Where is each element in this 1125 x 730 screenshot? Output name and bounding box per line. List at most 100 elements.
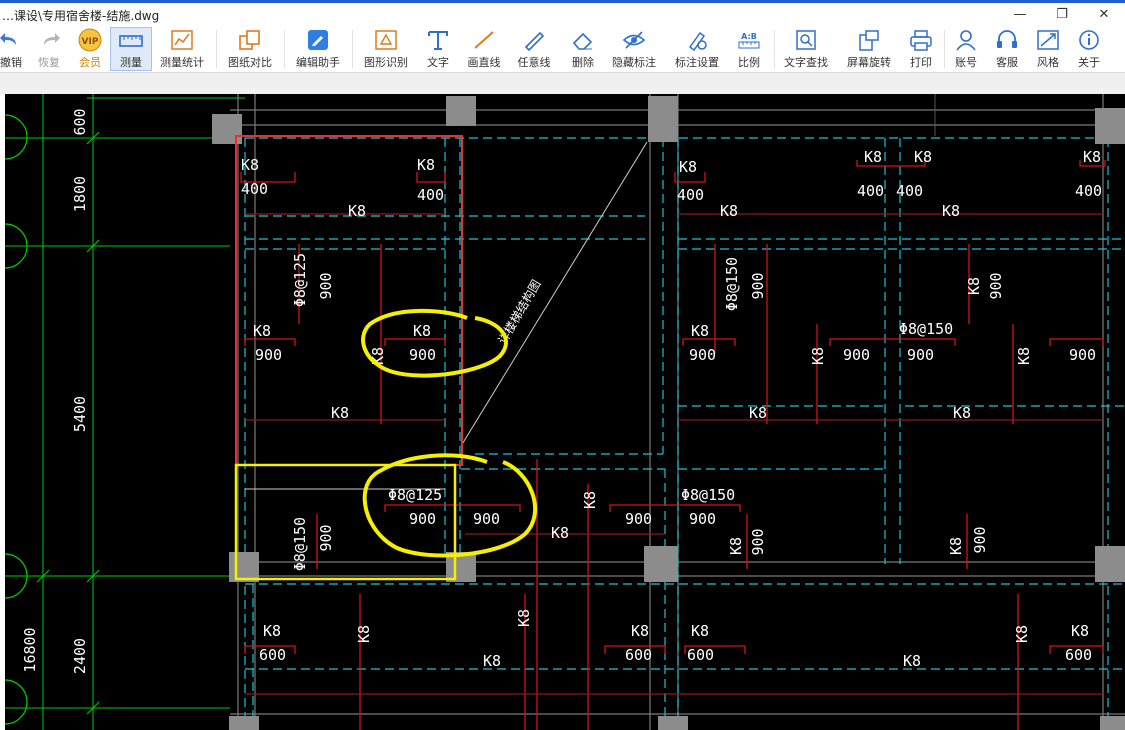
compare-button[interactable]: 图纸对比 — [226, 27, 274, 71]
hide-annotation-button[interactable]: 隐藏标注 — [610, 27, 658, 71]
measure-stats-button[interactable]: 测量统计 — [158, 27, 206, 71]
dim-label: 2400 — [71, 638, 89, 674]
column — [1095, 546, 1125, 582]
vip-badge-text: VIP — [82, 37, 99, 47]
annotation-settings-button[interactable]: 标注设置 — [672, 27, 722, 71]
drawing-canvas[interactable]: 600 1800 5400 2400 16800 K8 400 K8 400 K… — [5, 94, 1125, 730]
tab-strip — [0, 72, 1125, 95]
rebar-label: K8 — [413, 322, 431, 340]
measure-button[interactable]: 测量 — [110, 27, 152, 71]
about-icon — [1077, 27, 1101, 53]
account-button[interactable]: 账号 — [951, 27, 981, 71]
rebar-label: K8 — [953, 404, 971, 422]
measure-label: 测量 — [120, 56, 142, 69]
toolbar-divider — [216, 30, 217, 68]
freehand-icon — [522, 27, 546, 53]
compare-icon — [238, 27, 262, 53]
rebar-label: Φ8@150 — [723, 257, 741, 311]
rebar-label: K8 — [581, 491, 599, 509]
svg-text:A:B: A:B — [741, 32, 757, 41]
minimize-button[interactable]: — — [999, 3, 1041, 26]
rebar-label: 900 — [689, 510, 716, 528]
cad-drawing[interactable]: 600 1800 5400 2400 16800 K8 400 K8 400 K… — [5, 94, 1125, 730]
toolbar: 撤销 恢复 VIP 会员 测量 测量统计 图纸对比 编辑助手 图形识别 文字 画… — [0, 26, 1125, 72]
rebar-label: 400 — [896, 182, 923, 200]
about-button[interactable]: 关于 — [1074, 27, 1104, 71]
delete-button[interactable]: 删除 — [565, 27, 601, 71]
text-label: 文字 — [427, 56, 449, 69]
scale-button[interactable]: A:B 比例 — [734, 27, 764, 71]
text-search-icon — [794, 27, 818, 53]
rebar-label: 400 — [1075, 182, 1102, 200]
rebar-label: K8 — [515, 609, 533, 627]
redo-button[interactable]: 恢复 — [33, 27, 65, 71]
column — [1100, 716, 1125, 730]
close-button[interactable]: ✕ — [1083, 3, 1125, 26]
column — [1095, 108, 1125, 144]
redo-icon — [37, 27, 61, 53]
rebar-label: Φ8@150 — [899, 320, 953, 338]
rebar-label: K8 — [253, 322, 271, 340]
edit-assistant-button[interactable]: 编辑助手 — [294, 27, 342, 71]
maximize-button[interactable]: ❐ — [1041, 3, 1083, 26]
line-button[interactable]: 画直线 — [464, 27, 504, 71]
freehand-label: 任意线 — [517, 56, 551, 69]
rebar-label: K8 — [947, 537, 965, 555]
toolbar-divider — [944, 30, 945, 68]
shape-recognition-label: 图形识别 — [364, 56, 408, 69]
title-bar: …课设\专用宿舍楼-结施.dwg — ❐ ✕ — [0, 3, 1125, 26]
rebar-label: 400 — [677, 186, 704, 204]
column — [229, 716, 259, 730]
rebar-label: K8 — [348, 202, 366, 220]
dim-label: 16800 — [21, 627, 39, 672]
undo-button[interactable]: 撤销 — [0, 27, 28, 71]
rebar-label: 900 — [749, 528, 767, 555]
rebar-label: 900 — [409, 510, 436, 528]
eraser-icon — [571, 27, 595, 53]
rebar-label: 600 — [687, 646, 714, 664]
rotate-screen-button[interactable]: 屏幕旋转 — [845, 27, 893, 71]
dim-label: 1800 — [71, 176, 89, 212]
column — [212, 114, 242, 144]
rebar-label: K8 — [864, 148, 882, 166]
text-button[interactable]: 文字 — [420, 27, 456, 71]
rebar-label: K8 — [483, 652, 501, 670]
rebar-label: K8 — [749, 404, 767, 422]
redo-label: 恢复 — [38, 56, 60, 69]
support-icon — [995, 27, 1019, 53]
rebar-label: 900 — [255, 346, 282, 364]
rebar-label: K8 — [720, 202, 738, 220]
rebar-label: K8 — [809, 347, 827, 365]
print-button[interactable]: 打印 — [906, 27, 936, 71]
freehand-button[interactable]: 任意线 — [514, 27, 554, 71]
rotate-screen-label: 屏幕旋转 — [847, 56, 891, 69]
column — [644, 546, 678, 582]
rebar-label: 900 — [971, 526, 989, 553]
toolbar-divider — [352, 30, 353, 68]
text-search-button[interactable]: 文字查找 — [782, 27, 830, 71]
rebar-label: 400 — [857, 182, 884, 200]
scale-icon: A:B — [737, 27, 761, 53]
dim-label: 5400 — [71, 396, 89, 432]
print-icon — [909, 27, 933, 53]
rebar-label: K8 — [241, 156, 259, 174]
support-button[interactable]: 客服 — [992, 27, 1022, 71]
rebar-label: K8 — [417, 156, 435, 174]
toolbar-divider — [774, 30, 775, 68]
rebar-label: 900 — [409, 346, 436, 364]
column — [648, 96, 678, 142]
rebar-label: 900 — [317, 524, 335, 551]
annotation-settings-label: 标注设置 — [675, 56, 719, 69]
rebar-label: Φ8@150 — [681, 486, 735, 504]
column — [446, 96, 476, 126]
rebar-label: K8 — [727, 537, 745, 555]
vip-button[interactable]: VIP 会员 — [73, 27, 107, 71]
rebar-label: K8 — [263, 622, 281, 640]
annotation-settings-icon — [685, 27, 709, 53]
style-icon — [1036, 27, 1060, 53]
column — [658, 716, 688, 730]
rebar-label: K8 — [691, 322, 709, 340]
style-button[interactable]: 风格 — [1033, 27, 1063, 71]
rebar-label: 900 — [473, 510, 500, 528]
shape-recognition-button[interactable]: 图形识别 — [362, 27, 410, 71]
